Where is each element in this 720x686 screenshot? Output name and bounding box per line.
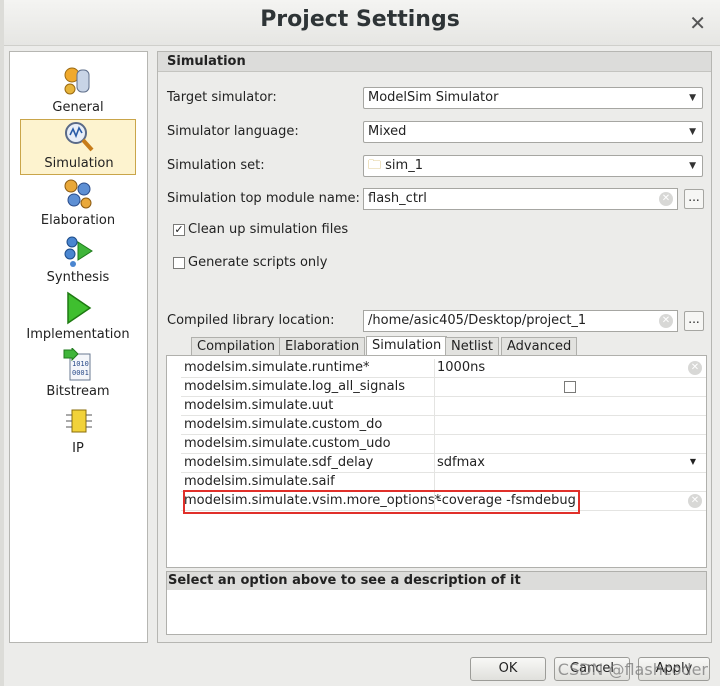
property-key: modelsim.simulate.custom_do (184, 417, 383, 432)
bitstream-icon: 1010 0001 (63, 348, 91, 381)
simulator-language-value: Mixed (368, 124, 407, 139)
category-label: Synthesis (46, 270, 110, 285)
category-implementation[interactable]: Implementation (20, 291, 136, 347)
simulation-set-value: sim_1 (385, 158, 423, 173)
chevron-down-icon: ▼ (689, 93, 696, 103)
table-row[interactable]: modelsim.simulate.runtime* 1000ns ✕ (181, 359, 706, 378)
section-title: Simulation (158, 52, 711, 72)
highlight-box (183, 490, 580, 514)
top-module-value: flash_ctrl (368, 191, 427, 206)
property-key: modelsim.simulate.uut (184, 398, 334, 413)
ok-button[interactable]: OK (470, 657, 546, 681)
top-module-browse-button[interactable]: ... (684, 189, 704, 209)
target-simulator-select[interactable]: ModelSim Simulator ▼ (363, 87, 703, 109)
category-label: Elaboration (40, 213, 116, 228)
svg-text:1010: 1010 (72, 360, 89, 368)
svg-text:0001: 0001 (72, 369, 89, 377)
column-divider (434, 359, 435, 378)
column-divider (434, 378, 435, 397)
simulation-icon (65, 122, 94, 152)
category-label: General (52, 100, 104, 115)
clear-icon[interactable]: ✕ (659, 192, 673, 206)
clean-up-checkbox[interactable]: ✓ (173, 224, 185, 236)
property-key: modelsim.simulate.sdf_delay (184, 455, 374, 470)
category-simulation[interactable]: Simulation (20, 119, 136, 175)
generate-scripts-label: Generate scripts only (188, 255, 328, 270)
simulation-set-label: Simulation set: (167, 158, 265, 173)
compiled-library-browse-button[interactable]: ... (684, 311, 704, 331)
chevron-down-icon: ▼ (689, 161, 696, 171)
tab-elaboration[interactable]: Elaboration (279, 337, 366, 355)
simulator-language-label: Simulator language: (167, 124, 299, 139)
simulation-set-select[interactable]: 🗀 sim_1 ▼ (363, 155, 703, 177)
compiled-library-value: /home/asic405/Desktop/project_1 (368, 313, 587, 328)
synthesis-icon (64, 236, 93, 267)
category-label: IP (72, 441, 84, 456)
table-row[interactable]: modelsim.simulate.sdf_delay sdfmax ▼ (181, 454, 706, 473)
category-elaboration[interactable]: Elaboration (20, 177, 136, 233)
close-icon[interactable]: ✕ (689, 11, 706, 35)
implementation-icon (67, 291, 92, 325)
category-label: Simulation (44, 156, 114, 171)
log-all-signals-checkbox[interactable] (564, 381, 576, 393)
table-row[interactable]: modelsim.simulate.custom_udo (181, 435, 706, 454)
property-key: modelsim.simulate.saif (184, 474, 335, 489)
tab-compilation[interactable]: Compilation (191, 337, 282, 355)
tab-netlist[interactable]: Netlist (445, 337, 499, 355)
property-key: modelsim.simulate.runtime* (184, 360, 370, 375)
category-bitstream[interactable]: 1010 0001 Bitstream (20, 348, 136, 404)
general-icon (64, 67, 90, 95)
category-panel: General Simulation Elaboration Synthesis (9, 51, 148, 643)
clear-icon[interactable]: ✕ (688, 361, 702, 375)
property-value: 1000ns (437, 360, 486, 375)
ip-icon (66, 409, 92, 433)
column-divider (434, 454, 435, 473)
column-divider (434, 435, 435, 454)
target-simulator-label: Target simulator: (167, 90, 277, 105)
category-ip[interactable]: IP (20, 405, 136, 461)
watermark: CSDN @flashcoder (557, 660, 708, 679)
table-row[interactable]: modelsim.simulate.log_all_signals (181, 378, 706, 397)
top-module-input[interactable]: flash_ctrl ✕ (363, 188, 678, 210)
clear-icon[interactable]: ✕ (659, 314, 673, 328)
generate-scripts-checkbox[interactable] (173, 257, 185, 269)
table-row[interactable]: modelsim.simulate.uut (181, 397, 706, 416)
window-title: Project Settings (260, 7, 460, 32)
folder-icon: 🗀 (368, 158, 382, 173)
table-row[interactable]: modelsim.simulate.custom_do (181, 416, 706, 435)
chevron-down-icon: ▼ (689, 127, 696, 137)
property-key: modelsim.simulate.log_all_signals (184, 379, 405, 394)
clear-icon[interactable]: ✕ (688, 494, 702, 508)
compiled-library-input[interactable]: /home/asic405/Desktop/project_1 ✕ (363, 310, 678, 332)
category-label: Implementation (26, 327, 130, 342)
category-general[interactable]: General (20, 64, 136, 120)
top-module-label: Simulation top module name: (167, 191, 360, 206)
tab-advanced[interactable]: Advanced (501, 337, 578, 355)
column-divider (434, 416, 435, 435)
description-title: Select an option above to see a descript… (167, 572, 706, 590)
chevron-down-icon[interactable]: ▼ (690, 457, 696, 466)
clean-up-label: Clean up simulation files (188, 222, 349, 237)
property-value: sdfmax (437, 455, 485, 470)
property-key: modelsim.simulate.custom_udo (184, 436, 391, 451)
tab-simulation[interactable]: Simulation (366, 336, 448, 356)
column-divider (434, 397, 435, 416)
category-synthesis[interactable]: Synthesis (20, 234, 136, 290)
window-edge (0, 0, 4, 686)
target-simulator-value: ModelSim Simulator (368, 90, 499, 105)
simulator-language-select[interactable]: Mixed ▼ (363, 121, 703, 143)
elaboration-icon (64, 179, 92, 209)
category-label: Bitstream (46, 384, 110, 399)
compiled-library-label: Compiled library location: (167, 313, 335, 328)
